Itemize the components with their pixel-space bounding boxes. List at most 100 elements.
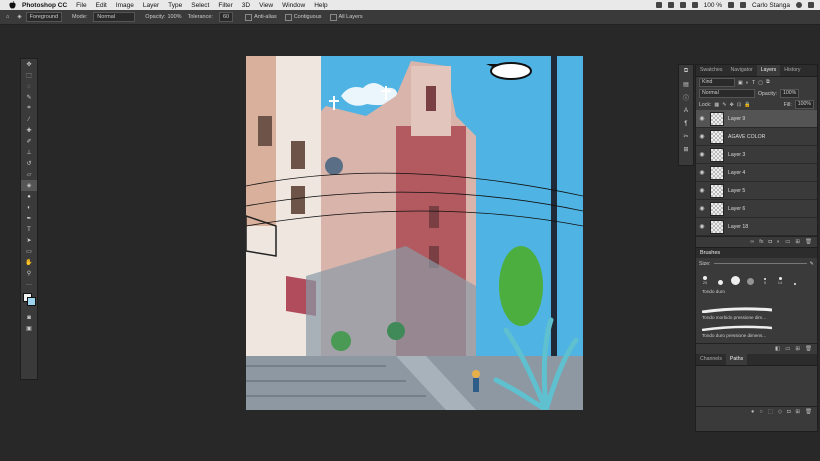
- paint-bucket-tool-icon[interactable]: ◈: [21, 180, 37, 191]
- tab-paths[interactable]: Paths: [725, 354, 748, 365]
- pen-tool-icon[interactable]: ✒: [21, 213, 37, 224]
- menu-app-name[interactable]: Photoshop CC: [22, 2, 67, 9]
- all-layers-checkbox[interactable]: [329, 13, 337, 21]
- zoom-tool-icon[interactable]: ⚲: [21, 268, 37, 279]
- new-layer-icon[interactable]: ⊞: [795, 239, 800, 245]
- lock-paint-icon[interactable]: ✎: [722, 102, 726, 108]
- mail-icon[interactable]: [679, 2, 686, 8]
- brush-tip[interactable]: 5: [759, 271, 771, 285]
- layer-name[interactable]: Layer 4: [728, 170, 745, 176]
- adjustment-layer-icon[interactable]: ◐: [777, 239, 780, 245]
- new-group-icon[interactable]: ▭: [785, 239, 790, 245]
- layer-opacity-input[interactable]: 100%: [780, 89, 800, 98]
- dropbox-icon[interactable]: [667, 2, 674, 8]
- quick-select-tool-icon[interactable]: ✎: [21, 92, 37, 103]
- layer-name[interactable]: Layer 18: [728, 224, 748, 230]
- filter-adjust-icon[interactable]: ◐: [746, 80, 749, 86]
- battery-percent[interactable]: 100 %: [704, 2, 722, 9]
- healing-tool-icon[interactable]: ✚: [21, 125, 37, 136]
- stroke-path-icon[interactable]: ○: [759, 409, 762, 415]
- brush-preset[interactable]: Tondo duro pressione dimens...: [701, 325, 811, 341]
- hand-tool-icon[interactable]: ✋: [21, 257, 37, 268]
- layer-row[interactable]: ◉ Layer 18: [696, 218, 817, 236]
- load-selection-icon[interactable]: ⬚: [768, 409, 773, 415]
- new-path-icon[interactable]: ⊞: [795, 409, 800, 415]
- blur-tool-icon[interactable]: ●: [21, 191, 37, 202]
- visibility-eye-icon[interactable]: ◉: [696, 115, 708, 122]
- eyedropper-tool-icon[interactable]: ⁄: [21, 114, 37, 125]
- battery-icon[interactable]: [728, 2, 735, 8]
- make-path-icon[interactable]: ◇: [778, 409, 782, 415]
- menu-layer[interactable]: Layer: [143, 2, 159, 9]
- brush-tip[interactable]: 14: [774, 271, 786, 285]
- tab-channels[interactable]: Channels: [696, 354, 726, 365]
- move-tool-icon[interactable]: ✥: [21, 59, 37, 70]
- notification-icon[interactable]: [808, 2, 814, 8]
- home-icon[interactable]: ⌂: [6, 14, 9, 20]
- character-panel-icon[interactable]: A: [679, 104, 693, 117]
- quick-mask-icon[interactable]: ◙: [21, 312, 37, 323]
- document-canvas[interactable]: [246, 56, 583, 410]
- properties-panel-icon[interactable]: ▤: [679, 78, 693, 91]
- visibility-eye-icon[interactable]: ◉: [696, 169, 708, 176]
- trash-icon[interactable]: 🗑: [805, 239, 812, 245]
- stamp-tool-icon[interactable]: ⊥: [21, 147, 37, 158]
- blend-mode-select[interactable]: Normal: [699, 89, 755, 98]
- brush-size-slider[interactable]: [713, 263, 807, 264]
- color-swatches[interactable]: [21, 290, 37, 312]
- tab-swatches[interactable]: Swatches: [696, 65, 727, 76]
- brush-tip[interactable]: 25: [699, 271, 711, 285]
- tab-history[interactable]: History: [780, 65, 804, 76]
- filter-type-icon[interactable]: T: [752, 80, 755, 86]
- layer-name[interactable]: AGAVE COLOR: [728, 134, 765, 140]
- tab-layers[interactable]: Layers: [756, 65, 781, 76]
- menu-select[interactable]: Select: [191, 2, 209, 9]
- visibility-eye-icon[interactable]: ◉: [696, 223, 708, 230]
- layer-row[interactable]: ◉ Layer 9: [696, 110, 817, 128]
- brush-preset[interactable]: Tondo duro: [702, 289, 811, 305]
- apple-icon[interactable]: [8, 1, 16, 9]
- background-color-swatch[interactable]: [27, 297, 36, 306]
- lock-move-icon[interactable]: ✥: [730, 102, 734, 108]
- menu-image[interactable]: Image: [116, 2, 134, 9]
- contiguous-checkbox[interactable]: [284, 13, 292, 21]
- brush-tip[interactable]: [729, 271, 741, 285]
- brush-tool-icon[interactable]: ✐: [21, 136, 37, 147]
- menu-window[interactable]: Window: [282, 2, 305, 9]
- layer-name[interactable]: Layer 9: [728, 116, 745, 122]
- wifi-icon[interactable]: [691, 2, 698, 8]
- lock-all-icon[interactable]: 🔒: [744, 102, 750, 108]
- lasso-tool-icon[interactable]: ◌: [21, 81, 37, 92]
- anti-alias-checkbox[interactable]: [245, 13, 253, 21]
- brush-tip[interactable]: [714, 271, 726, 285]
- fill-path-icon[interactable]: ●: [751, 409, 754, 415]
- lock-pixels-icon[interactable]: ▦: [714, 102, 719, 108]
- history-panel-icon[interactable]: ⧉: [679, 65, 693, 78]
- marquee-tool-icon[interactable]: ⬚: [21, 70, 37, 81]
- menu-help[interactable]: Help: [314, 2, 327, 9]
- crop-tool-icon[interactable]: ⌗: [21, 103, 37, 114]
- path-select-tool-icon[interactable]: ➤: [21, 235, 37, 246]
- menu-type[interactable]: Type: [168, 2, 182, 9]
- paragraph-panel-icon[interactable]: ¶: [679, 117, 693, 130]
- lock-artboard-icon[interactable]: ⊡: [737, 102, 741, 108]
- path-trash-icon[interactable]: 🗑: [805, 409, 812, 415]
- brush-tip[interactable]: [744, 271, 756, 285]
- brush-tip[interactable]: [789, 271, 801, 285]
- menu-view[interactable]: View: [259, 2, 273, 9]
- mode-select[interactable]: Normal: [93, 12, 136, 22]
- flag-icon[interactable]: [740, 2, 747, 8]
- layer-name[interactable]: Layer 3: [728, 152, 745, 158]
- dodge-tool-icon[interactable]: ◐: [21, 202, 37, 213]
- visibility-eye-icon[interactable]: ◉: [696, 187, 708, 194]
- brush-options-icon[interactable]: ✎: [810, 261, 814, 267]
- status-app-icon[interactable]: [655, 2, 662, 8]
- visibility-eye-icon[interactable]: ◉: [696, 151, 708, 158]
- layer-row[interactable]: ◉ Layer 4: [696, 164, 817, 182]
- fill-source-select[interactable]: Foreground: [25, 12, 62, 22]
- add-mask-icon[interactable]: ◘: [769, 239, 772, 245]
- filter-pixel-icon[interactable]: ▣: [738, 80, 743, 86]
- more-tools-icon[interactable]: ···: [21, 279, 37, 290]
- menu-3d[interactable]: 3D: [242, 2, 250, 9]
- layer-name[interactable]: Layer 6: [728, 206, 745, 212]
